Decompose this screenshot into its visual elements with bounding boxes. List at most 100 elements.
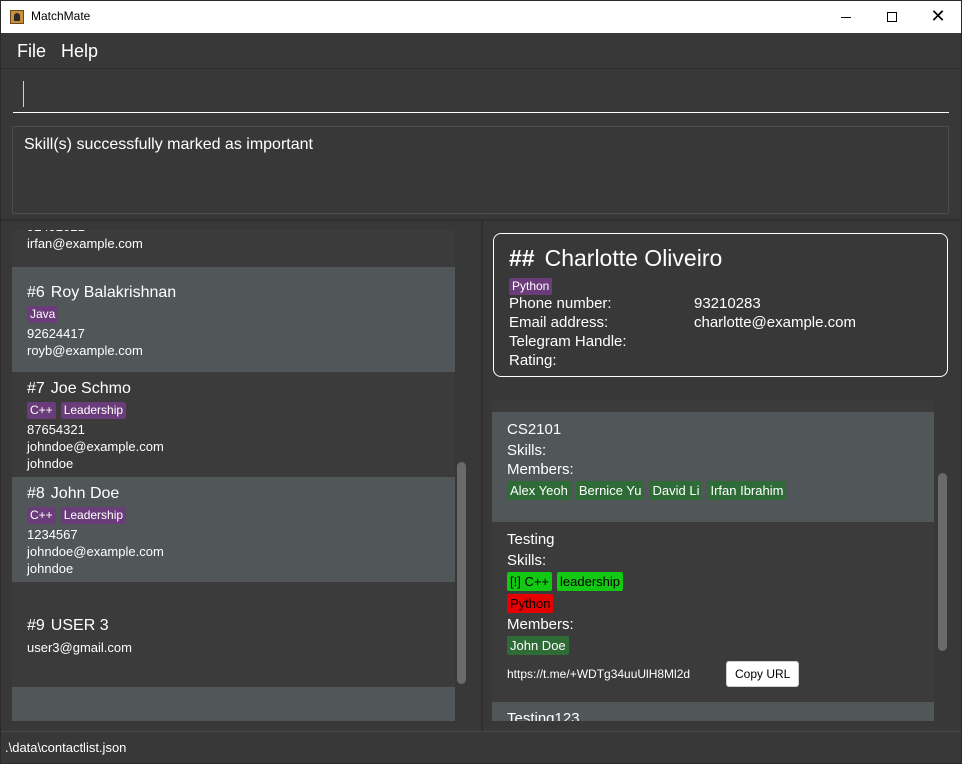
group-name: CS2101	[507, 421, 562, 438]
person-phone: 87654321	[27, 422, 85, 437]
group-list: CS2101 Skills: Members: Alex Yeoh Bernic…	[492, 401, 934, 721]
member-tag: Bernice Yu	[575, 481, 645, 500]
window-title: MatchMate	[31, 9, 91, 23]
phone-label: Phone number:	[509, 295, 612, 312]
telegram-label: Telegram Handle:	[509, 333, 627, 350]
person-tags: C++ Leadership	[27, 402, 455, 419]
skills-label: Skills:	[507, 442, 547, 459]
detail-phone-row: Phone number: 93210283	[509, 295, 761, 312]
person-tags: C++ Leadership	[27, 507, 455, 524]
person-card[interactable]: #7 Joe Schmo C++ Leadership 87654321 johnd…	[12, 372, 455, 477]
tag: Leadership	[60, 507, 127, 524]
tag: C++	[27, 402, 56, 419]
person-name: USER 3	[50, 617, 109, 634]
person-phone: 1234567	[27, 527, 78, 542]
command-box	[1, 69, 961, 121]
command-input[interactable]	[13, 79, 949, 113]
person-email: irfan@example.com	[27, 236, 143, 251]
detail-telegram-row: Telegram Handle:	[509, 333, 694, 350]
group-name: Testing123	[507, 710, 580, 721]
person-index: #8	[27, 485, 45, 502]
person-phone: 92624417	[27, 326, 85, 341]
group-card[interactable]: CS2101 Skills: Members: Alex Yeoh Bernic…	[492, 412, 934, 522]
person-list-scrollbar[interactable]	[457, 462, 466, 684]
detail-email-row: Email address: charlotte@example.com	[509, 314, 856, 331]
member-tag: John Doe	[507, 636, 569, 655]
person-name: John Doe	[50, 485, 120, 502]
app-icon	[10, 10, 24, 24]
copy-url-button[interactable]: Copy URL	[726, 661, 800, 687]
title-bar: MatchMate ✕	[1, 1, 961, 33]
maximize-button[interactable]	[869, 1, 915, 33]
detail-rating-row: Rating:	[509, 352, 694, 369]
member-tags: Alex Yeoh Bernice Yu David Li Irfan Ibra…	[507, 481, 934, 500]
data-file-path: .\data\contactlist.json	[5, 740, 127, 755]
menu-help[interactable]: Help	[61, 41, 98, 62]
group-card[interactable]: Testing Skills: [!] C++ leadership Pytho…	[492, 522, 934, 702]
rating-label: Rating:	[509, 352, 557, 369]
person-tags: Java	[27, 306, 455, 323]
person-detail-card: ## Charlotte Oliveiro Python Phone number…	[493, 233, 948, 377]
person-name: Roy Balakrishnan	[50, 284, 177, 301]
app-window: MatchMate ✕ File Help Skill(s) successfu…	[0, 0, 962, 764]
person-card[interactable]: #8 John Doe C++ Leadership 1234567 johndoe…	[12, 477, 455, 582]
person-email: johndoe@example.com	[27, 544, 164, 559]
detail-hash: ##	[509, 245, 535, 271]
tag: Leadership	[60, 402, 127, 419]
empty-list-row	[12, 687, 455, 721]
list-spacer	[492, 401, 934, 412]
skill-tag: leadership	[557, 572, 624, 591]
detail-title: ## Charlotte Oliveiro	[509, 245, 722, 272]
member-tag: David Li	[649, 481, 703, 500]
phone-value: 93210283	[694, 295, 761, 312]
skill-tags: [!] C++ leadership	[507, 572, 934, 591]
email-value: charlotte@example.com	[694, 314, 856, 331]
skills-label: Skills:	[507, 552, 547, 569]
person-index: #9	[27, 617, 45, 634]
members-label: Members:	[507, 616, 574, 633]
tag: C++	[27, 507, 56, 524]
person-name-row: #8 John Doe	[27, 485, 455, 503]
telegram-url: https://t.me/+WDTg34uuUlH8Ml2d	[507, 667, 691, 681]
person-name-row: #7 Joe Schmo	[27, 380, 455, 398]
group-list-scrollbar[interactable]	[938, 473, 947, 651]
person-card[interactable]: #6 Roy Balakrishnan Java 92624417 royb@ex…	[12, 267, 455, 372]
vertical-divider	[481, 221, 483, 731]
detail-tags: Python	[509, 277, 553, 295]
text-caret	[23, 81, 24, 107]
menu-bar: File Help	[1, 33, 961, 69]
person-index: #6	[27, 284, 45, 301]
member-tags: John Doe	[507, 636, 934, 655]
person-card[interactable]: #9 USER 3 user3@gmail.com	[12, 582, 455, 687]
minimize-button[interactable]	[823, 1, 869, 33]
result-display: Skill(s) successfully marked as importan…	[12, 126, 949, 214]
email-label: Email address:	[509, 314, 609, 331]
minimize-icon	[841, 16, 851, 18]
important-skill-tag: [!] C++	[507, 572, 553, 591]
person-name-row: #9 USER 3	[27, 617, 455, 635]
person-email: user3@gmail.com	[27, 640, 132, 655]
members-label: Members:	[507, 461, 574, 478]
tag: Java	[27, 306, 59, 323]
list-item[interactable]: 92492021 irfan@example.com	[12, 230, 455, 267]
tag: Python	[509, 278, 553, 295]
person-name-row: #6 Roy Balakrishnan	[27, 284, 455, 302]
person-list: 92492021 irfan@example.com #6 Roy Balakri…	[12, 230, 455, 721]
person-email: johndoe@example.com	[27, 439, 164, 454]
detail-name: Charlotte Oliveiro	[544, 245, 723, 271]
group-card[interactable]: Testing123	[492, 702, 934, 721]
skill-tag: Python	[507, 594, 554, 613]
person-email: royb@example.com	[27, 343, 143, 358]
member-tag: Irfan Ibrahim	[707, 481, 787, 500]
member-tag: Alex Yeoh	[507, 481, 571, 500]
person-name: Joe Schmo	[50, 380, 131, 397]
result-message: Skill(s) successfully marked as importan…	[24, 136, 313, 153]
status-bar: .\data\contactlist.json	[1, 731, 961, 763]
telegram-url-row: https://t.me/+WDTg34uuUlH8Ml2d Copy URL	[507, 661, 934, 687]
menu-file[interactable]: File	[17, 41, 46, 62]
close-icon: ✕	[930, 6, 946, 27]
close-button[interactable]: ✕	[915, 1, 961, 33]
person-index: #7	[27, 380, 45, 397]
person-telegram: johndoe	[27, 561, 74, 576]
group-name: Testing	[507, 531, 555, 548]
